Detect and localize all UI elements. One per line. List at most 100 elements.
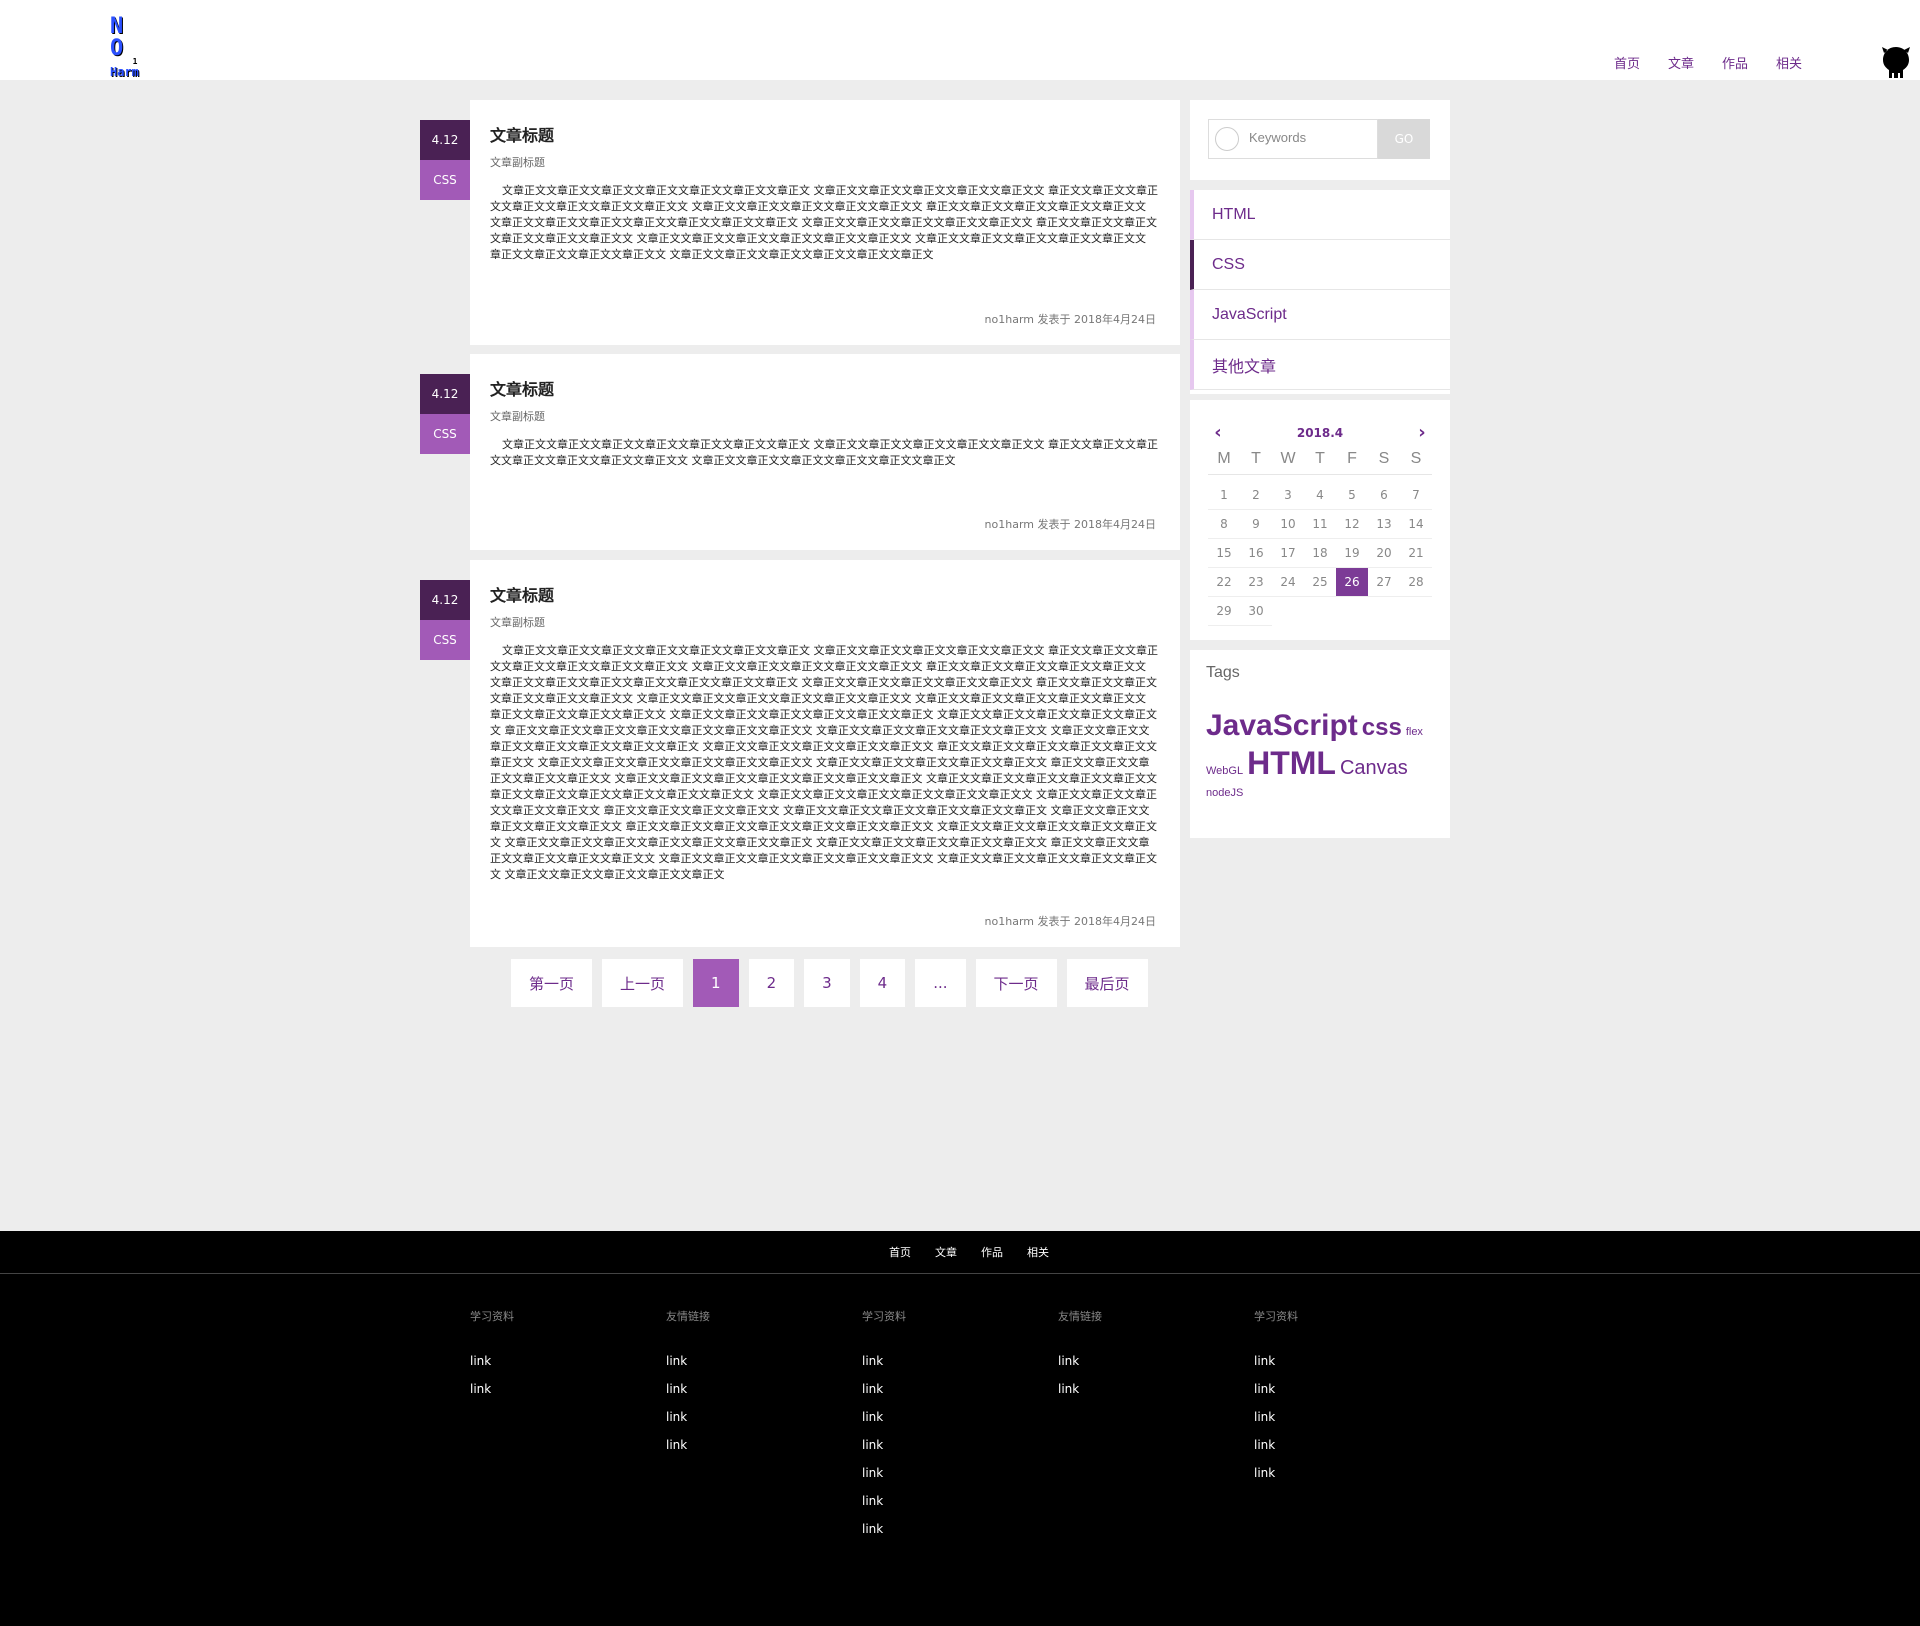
page-3-button[interactable]: 3 <box>804 959 850 1007</box>
footer-link[interactable]: link <box>666 1438 826 1466</box>
calendar-day[interactable]: 28 <box>1400 568 1432 597</box>
calendar-day[interactable]: 12 <box>1336 510 1368 539</box>
footer-column: 学习资料 link link <box>470 1308 630 1410</box>
footer-nav-articles[interactable]: 文章 <box>935 1244 957 1260</box>
first-page-button[interactable]: 第一页 <box>511 959 593 1007</box>
article-tag-badge[interactable]: CSS <box>420 160 470 200</box>
calendar-day[interactable]: 27 <box>1368 568 1400 597</box>
logo-line3: Harm <box>110 65 139 79</box>
article-tag-badge[interactable]: CSS <box>420 414 470 454</box>
footer-link[interactable]: link <box>862 1466 1022 1494</box>
calendar-day[interactable]: 14 <box>1400 510 1432 539</box>
calendar-header: ‹ 2018.4 › <box>1208 422 1432 443</box>
footer-link[interactable]: link <box>1254 1410 1414 1438</box>
footer-link[interactable]: link <box>1254 1466 1414 1494</box>
tag-canvas[interactable]: Canvas <box>1340 757 1408 779</box>
nav-about[interactable]: 相关 <box>1776 53 1802 72</box>
footer-link[interactable]: link <box>470 1382 630 1410</box>
prev-page-button[interactable]: 上一页 <box>602 959 684 1007</box>
weekday-label: W <box>1272 450 1304 475</box>
footer-link[interactable]: link <box>862 1494 1022 1522</box>
article-title[interactable]: 文章标题 <box>490 376 554 400</box>
calendar-day-today[interactable]: 26 <box>1336 568 1368 597</box>
calendar-day[interactable]: 21 <box>1400 539 1432 568</box>
calendar-day[interactable]: 10 <box>1272 510 1304 539</box>
footer-link[interactable]: link <box>1254 1438 1414 1466</box>
category-javascript[interactable]: JavaScript <box>1190 290 1450 340</box>
article-meta: no1harm 发表于 2018年4月24日 <box>984 313 1156 326</box>
tag-webgl[interactable]: WebGL <box>1206 765 1243 777</box>
github-icon[interactable] <box>1880 45 1912 81</box>
calendar-day[interactable]: 9 <box>1240 510 1272 539</box>
page-4-button[interactable]: 4 <box>859 959 906 1007</box>
nav-home[interactable]: 首页 <box>1614 53 1640 72</box>
tag-nodejs[interactable]: nodeJS <box>1206 787 1243 799</box>
calendar-day[interactable]: 4 <box>1304 481 1336 510</box>
calendar-day[interactable]: 8 <box>1208 510 1240 539</box>
site-logo[interactable]: N O 1 Harm <box>110 16 160 79</box>
footer-column-title: 学习资料 <box>862 1310 906 1323</box>
nav-articles[interactable]: 文章 <box>1668 53 1694 72</box>
footer-link[interactable]: link <box>470 1354 630 1382</box>
page-2-button[interactable]: 2 <box>748 959 795 1007</box>
chevron-right-icon[interactable]: › <box>1412 422 1432 443</box>
article-date-badge: 4.12 <box>420 120 470 160</box>
calendar-day[interactable]: 19 <box>1336 539 1368 568</box>
footer-link[interactable]: link <box>1058 1354 1218 1382</box>
page-1-button[interactable]: 1 <box>693 959 739 1007</box>
footer-link[interactable]: link <box>862 1382 1022 1410</box>
footer-link[interactable]: link <box>1254 1354 1414 1382</box>
footer-link[interactable]: link <box>666 1382 826 1410</box>
calendar-day[interactable]: 24 <box>1272 568 1304 597</box>
footer-nav-works[interactable]: 作品 <box>981 1244 1003 1260</box>
calendar-day[interactable]: 5 <box>1336 481 1368 510</box>
footer-nav-about[interactable]: 相关 <box>1027 1244 1049 1260</box>
tag-flex[interactable]: flex <box>1406 726 1423 738</box>
calendar-day[interactable]: 16 <box>1240 539 1272 568</box>
calendar-day[interactable]: 7 <box>1400 481 1432 510</box>
footer-link[interactable]: link <box>862 1438 1022 1466</box>
category-other[interactable]: 其他文章 <box>1190 340 1450 390</box>
calendar-day[interactable]: 2 <box>1240 481 1272 510</box>
chevron-left-icon[interactable]: ‹ <box>1208 422 1228 443</box>
footer-link[interactable]: link <box>1058 1382 1218 1410</box>
category-css[interactable]: CSS <box>1190 240 1450 290</box>
calendar-weekdays: M T W T F S S <box>1208 450 1432 481</box>
footer-link[interactable]: link <box>1254 1382 1414 1410</box>
next-page-button[interactable]: 下一页 <box>975 959 1057 1007</box>
calendar-day[interactable]: 30 <box>1240 597 1272 626</box>
tag-html[interactable]: HTML <box>1247 745 1336 781</box>
calendar-day[interactable]: 23 <box>1240 568 1272 597</box>
calendar-day[interactable]: 20 <box>1368 539 1400 568</box>
calendar-day[interactable]: 11 <box>1304 510 1336 539</box>
calendar-day[interactable]: 13 <box>1368 510 1400 539</box>
calendar-day[interactable]: 15 <box>1208 539 1240 568</box>
article-title[interactable]: 文章标题 <box>490 582 554 606</box>
calendar-day[interactable]: 18 <box>1304 539 1336 568</box>
search-go-button[interactable]: GO <box>1378 119 1430 159</box>
calendar-day[interactable]: 1 <box>1208 481 1240 510</box>
tag-javascript[interactable]: JavaScript <box>1206 709 1358 742</box>
calendar-day[interactable]: 3 <box>1272 481 1304 510</box>
footer-link[interactable]: link <box>666 1410 826 1438</box>
footer-nav-home[interactable]: 首页 <box>889 1244 911 1260</box>
calendar-day[interactable]: 29 <box>1208 597 1240 626</box>
article-tag-badge[interactable]: CSS <box>420 620 470 660</box>
footer-link[interactable]: link <box>862 1410 1022 1438</box>
nav-works[interactable]: 作品 <box>1722 53 1748 72</box>
last-page-button[interactable]: 最后页 <box>1066 959 1148 1007</box>
footer-link[interactable]: link <box>862 1354 1022 1382</box>
category-html[interactable]: HTML <box>1190 190 1450 240</box>
article-subtitle: 文章副标题 <box>490 410 545 423</box>
footer-column: 友情链接 link link <box>1058 1308 1218 1410</box>
footer-link[interactable]: link <box>666 1354 826 1382</box>
calendar-day[interactable]: 17 <box>1272 539 1304 568</box>
calendar-day[interactable]: 25 <box>1304 568 1336 597</box>
footer-link[interactable]: link <box>862 1522 1022 1550</box>
calendar-day[interactable]: 6 <box>1368 481 1400 510</box>
search-field[interactable] <box>1208 119 1378 159</box>
search-input[interactable] <box>1247 129 1371 146</box>
tag-css[interactable]: css <box>1362 714 1402 741</box>
article-title[interactable]: 文章标题 <box>490 122 554 146</box>
calendar-day[interactable]: 22 <box>1208 568 1240 597</box>
